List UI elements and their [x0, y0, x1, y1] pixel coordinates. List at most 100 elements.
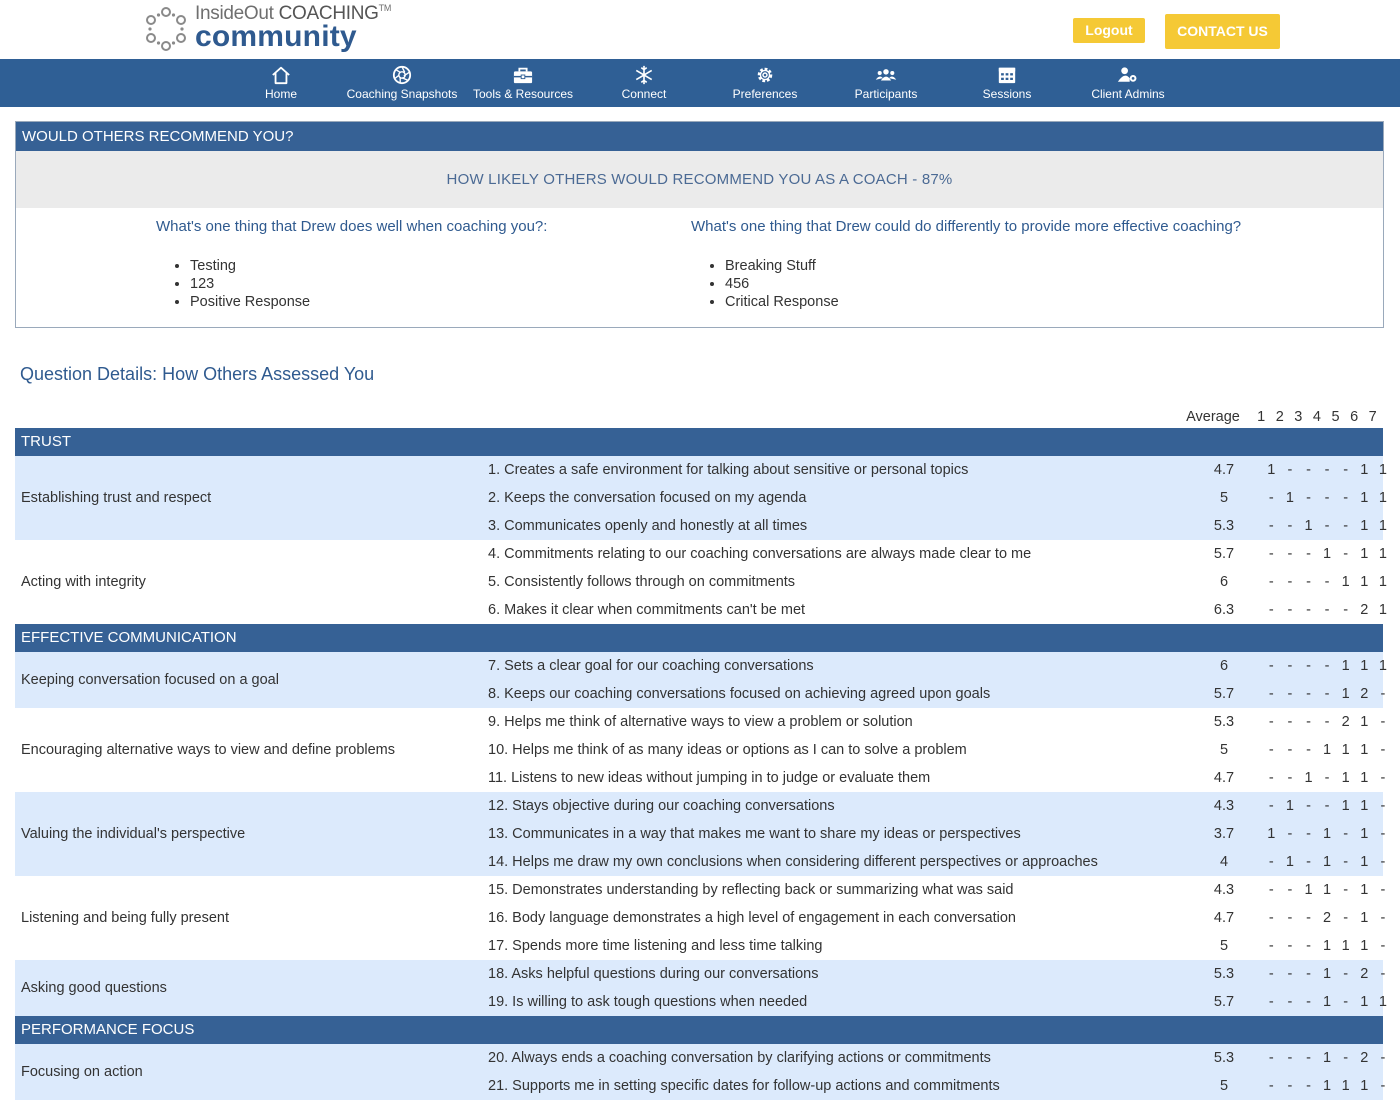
feedback-answer: 456: [725, 275, 1241, 293]
logo[interactable]: InsideOut COACHINGTM community: [145, 4, 391, 56]
rating-count: -: [1306, 938, 1311, 954]
rating-counts: -1--11-: [1262, 792, 1392, 820]
rating-count: -: [1287, 938, 1293, 954]
rating-count: -: [1268, 658, 1274, 674]
rating-counts: -----21: [1262, 596, 1392, 624]
question-average: 3.7: [1213, 826, 1235, 842]
rating-count: 2: [1323, 910, 1332, 926]
user-gear-icon: [1117, 67, 1137, 82]
rating-counts: -1-1-1-: [1262, 848, 1392, 876]
question-text: 17. Spends more time listening and less …: [488, 938, 823, 954]
rating-counts: --11-1-: [1262, 876, 1392, 904]
question-text: 5. Consistently follows through on commi…: [488, 574, 796, 590]
rating-count: -: [1306, 462, 1311, 478]
aperture-icon: [392, 65, 412, 85]
question-average: 4.7: [1213, 910, 1235, 926]
rating-count: -: [1380, 686, 1386, 702]
rating-count: -: [1324, 714, 1330, 730]
rating-count: -: [1343, 854, 1349, 870]
question-text: 3. Communicates openly and honestly at a…: [488, 518, 808, 534]
competency-group: Valuing the individual's perspective 12. …: [15, 792, 1385, 876]
nav-item-coaching-snapshots[interactable]: Coaching Snapshots: [342, 59, 462, 107]
rating-count: -: [1287, 1078, 1293, 1094]
rating-count: -: [1268, 1078, 1274, 1094]
question-text: 11. Listens to new ideas without jumping…: [488, 770, 931, 786]
question-text: 8. Keeps our coaching conversations focu…: [488, 686, 991, 702]
rating-count: 1: [1323, 854, 1332, 870]
rating-count: -: [1287, 602, 1293, 618]
rating-count: -: [1268, 490, 1274, 506]
rating-count: -: [1287, 546, 1293, 562]
nav-item-tools-resources[interactable]: Tools & Resources: [463, 59, 583, 107]
gear-icon: [757, 67, 773, 83]
rating-count: -: [1268, 546, 1274, 562]
table-row: 13. Communicates in a way that makes me …: [15, 820, 1385, 848]
rating-count: -: [1324, 490, 1330, 506]
question-average: 4.7: [1213, 462, 1235, 478]
feedback-answer: 123: [190, 275, 547, 293]
nav-item-participants[interactable]: Participants: [826, 59, 946, 107]
rating-count: -: [1268, 574, 1274, 590]
scale-header: 3: [1294, 409, 1303, 425]
question-text: 2. Keeps the conversation focused on my …: [488, 490, 807, 506]
rating-count: 1: [1378, 658, 1387, 674]
feedback-answer: Critical Response: [725, 293, 1241, 311]
rating-count: -: [1343, 966, 1349, 982]
contact-us-button[interactable]: CONTACT US: [1165, 14, 1280, 49]
rating-count: -: [1306, 994, 1311, 1010]
logo-icon: [146, 7, 186, 51]
rating-count: -: [1380, 882, 1386, 898]
question-text: 19. Is willing to ask tough questions wh…: [488, 994, 808, 1010]
nav-item-connect[interactable]: Connect: [584, 59, 704, 107]
question-text: 10. Helps me think of as many ideas or o…: [488, 742, 967, 758]
table-row: 4. Commitments relating to our coaching …: [15, 540, 1387, 568]
rating-count: -: [1287, 714, 1293, 730]
rating-count: -: [1306, 546, 1311, 562]
rating-count: -: [1306, 686, 1311, 702]
question-average: 4.3: [1213, 882, 1235, 898]
rating-count: 1: [1304, 770, 1313, 786]
rating-count: -: [1380, 1050, 1386, 1066]
rating-count: 1: [1341, 770, 1350, 786]
table-row: 3. Communicates openly and honestly at a…: [15, 512, 1387, 540]
scale-header: 5: [1331, 409, 1340, 425]
question-text: 7. Sets a clear goal for our coaching co…: [488, 658, 814, 674]
rating-count: -: [1343, 1050, 1349, 1066]
rating-count: -: [1306, 910, 1311, 926]
rating-count: 1: [1360, 854, 1369, 870]
calendar-icon: [998, 67, 1016, 84]
logout-button[interactable]: Logout: [1073, 18, 1145, 43]
nav-item-sessions[interactable]: Sessions: [947, 59, 1067, 107]
rating-count: -: [1306, 966, 1311, 982]
rating-counts: ---111-: [1262, 736, 1392, 764]
rating-count: -: [1287, 658, 1293, 674]
rating-count: -: [1343, 882, 1349, 898]
rating-count: -: [1343, 490, 1349, 506]
nav-item-preferences[interactable]: Preferences: [705, 59, 825, 107]
rating-count: -: [1380, 1078, 1386, 1094]
rating-count: -: [1268, 910, 1274, 926]
nav-item-home[interactable]: Home: [221, 59, 341, 107]
rating-counts: -1---11: [1262, 484, 1392, 512]
rating-count: -: [1268, 602, 1274, 618]
rating-count: 1: [1378, 994, 1387, 1010]
logo-wordmark-bottom: community: [195, 20, 357, 53]
question-text: 21. Supports me in setting specific date…: [488, 1078, 1000, 1094]
rating-count: -: [1380, 854, 1386, 870]
competency-group: Encouraging alternative ways to view and…: [15, 708, 1385, 792]
rating-count: -: [1324, 462, 1330, 478]
rating-counts: ---2-1-: [1262, 904, 1392, 932]
recommend-panel: WOULD OTHERS RECOMMEND YOU? HOW LIKELY O…: [15, 121, 1384, 328]
table-row: 12. Stays objective during our coaching …: [15, 792, 1385, 820]
rating-count: 1: [1360, 994, 1369, 1010]
rating-count: -: [1268, 966, 1274, 982]
question-average: 4.7: [1213, 770, 1235, 786]
table-row: 21. Supports me in setting specific date…: [15, 1072, 1385, 1100]
nav-item-client-admins[interactable]: Client Admins: [1068, 59, 1188, 107]
rating-count: 1: [1323, 742, 1332, 758]
rating-count: -: [1306, 826, 1311, 842]
rating-count: 1: [1360, 490, 1369, 506]
rating-count: -: [1324, 574, 1330, 590]
rating-count: -: [1268, 1050, 1274, 1066]
rating-count: 1: [1323, 546, 1332, 562]
